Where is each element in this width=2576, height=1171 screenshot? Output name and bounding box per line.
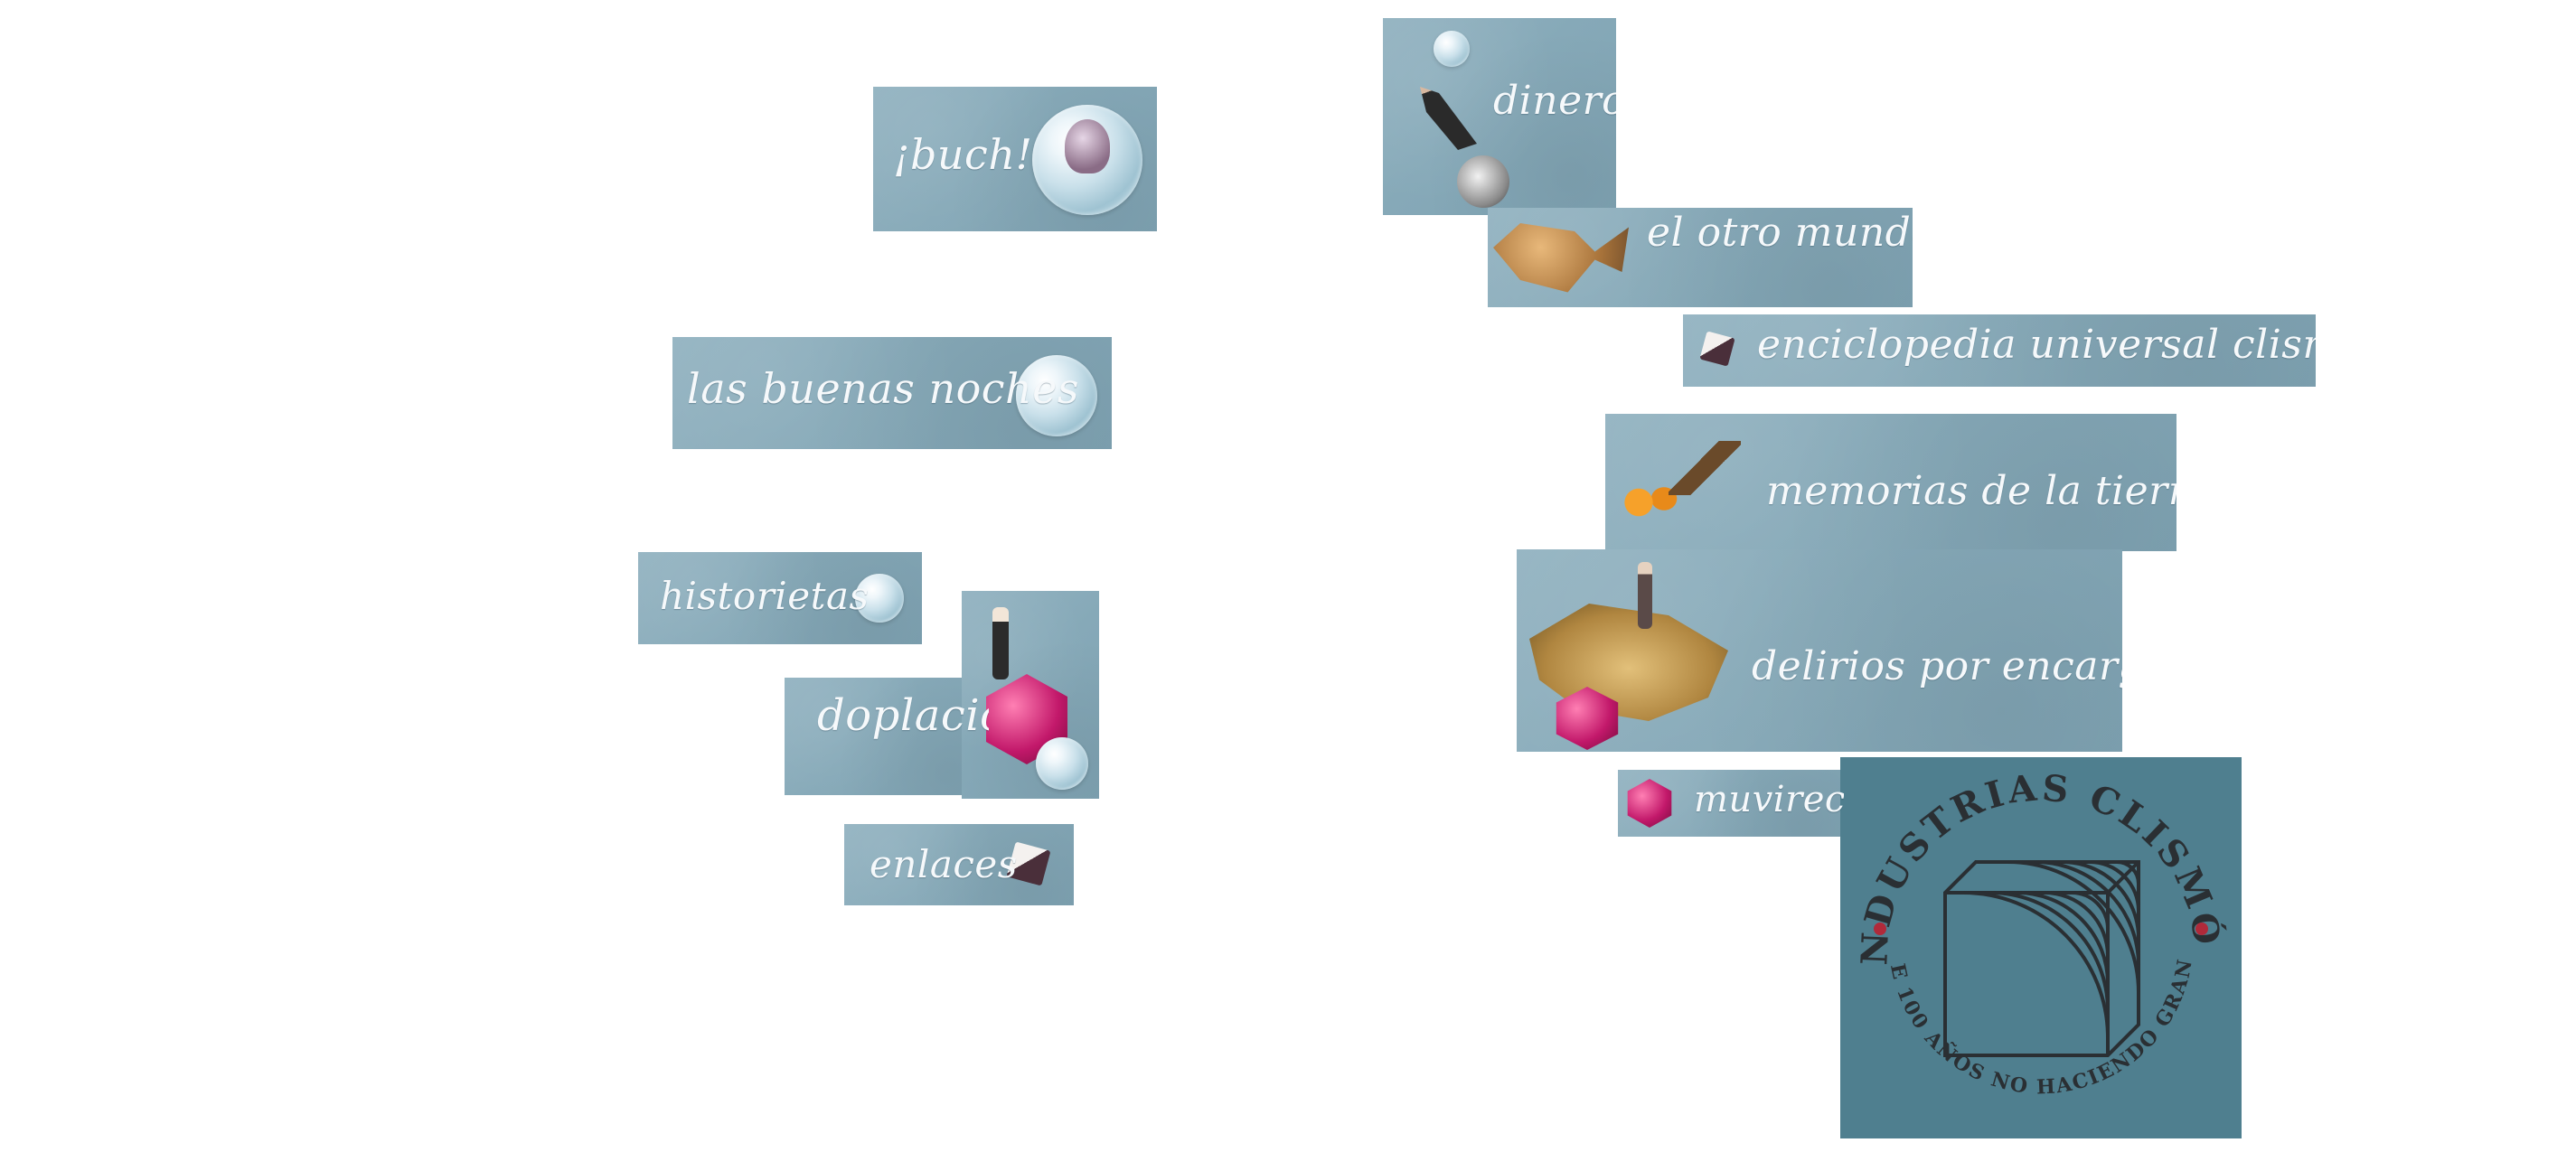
gem-icon <box>1627 779 1672 828</box>
seal-dot-left <box>1874 923 1886 935</box>
globe-icon <box>1457 155 1509 208</box>
lightbulb-icon <box>1065 119 1110 173</box>
menu-item-historietas[interactable]: historietas <box>638 552 922 644</box>
bubble-icon <box>1434 31 1470 67</box>
menu-item-otro-mundo[interactable]: el otro mundo <box>1488 208 1913 307</box>
menu-item-buch-label: ¡buch! <box>893 130 1033 179</box>
industrias-clismon-seal[interactable]: INDUSTRIAS CLISMÓN MÁS DE 100 AÑOS NO HA… <box>1840 757 2242 1138</box>
menu-item-dinero-label: dinero <box>1493 78 1616 124</box>
menu-item-enlaces[interactable]: enlaces <box>844 824 1074 905</box>
menu-item-doplacic[interactable]: doplacić <box>785 678 989 795</box>
menu-item-muvirecor-label: muvirecor <box>1694 779 1844 820</box>
menu-item-otro-mundo-label: el otro mundo <box>1647 210 1913 256</box>
person-icon <box>992 607 1009 679</box>
fish-icon <box>1493 223 1629 293</box>
menu-item-buenas-noches[interactable]: las buenas noches <box>672 337 1112 449</box>
menu-item-memorias[interactable]: memorias de la tierra <box>1605 414 2176 551</box>
menu-item-buch[interactable]: ¡buch! <box>873 87 1157 231</box>
person-icon <box>1420 87 1477 150</box>
bubble-icon <box>1036 737 1088 790</box>
menu-item-enciclopedia[interactable]: enciclopedia universal clismón <box>1683 314 2316 387</box>
menu-item-enlaces-label: enlaces <box>870 842 1018 886</box>
menu-item-enciclopedia-label: enciclopedia universal clismón <box>1757 322 2316 368</box>
menu-item-delirios[interactable]: delirios por encargo <box>1517 549 2122 752</box>
menu-item-muvirecor[interactable]: muvirecor <box>1618 770 1844 837</box>
leaves-icon <box>1669 441 1741 495</box>
menu-item-doplacic-label: doplacić <box>817 690 989 741</box>
menu-item-delirios-label: delirios por encargo <box>1752 643 2122 689</box>
seal-emblem: INDUSTRIAS CLISMÓN MÁS DE 100 AÑOS NO HA… <box>1840 757 2225 1099</box>
menu-item-dinero[interactable]: dinero <box>1383 18 1616 215</box>
menu-item-historietas-label: historietas <box>660 574 870 618</box>
cube-rings-icon <box>1943 860 2140 1057</box>
menu-item-buenas-noches-label: las buenas noches <box>687 364 1079 413</box>
seal-dot-right <box>2195 923 2208 935</box>
cube-icon <box>1699 331 1735 367</box>
menu-item-memorias-label: memorias de la tierra <box>1766 468 2176 514</box>
person-icon <box>1638 562 1652 629</box>
